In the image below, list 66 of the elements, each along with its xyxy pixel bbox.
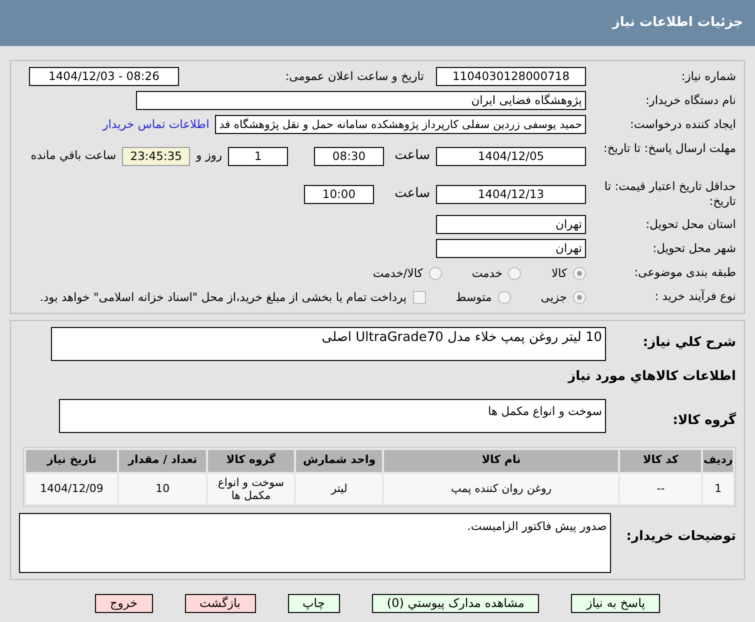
contact-link[interactable]: اطلاعات تماس خریدار	[102, 116, 210, 134]
field-label: نام دستگاه خریدار:	[644, 92, 736, 108]
column-header: نام کالا	[384, 450, 618, 472]
table-cell: 1404/12/09	[26, 474, 118, 504]
field-label: گروه کالا:	[672, 411, 736, 430]
radio-button[interactable]	[498, 291, 511, 304]
table-cell: --	[620, 474, 702, 504]
column-header: کد کالا	[620, 450, 702, 472]
text-field[interactable]: پژوهشگاه فضایی ایران	[136, 91, 586, 110]
text-area[interactable]: سوخت و انواع مکمل ها	[59, 398, 606, 432]
field-label: تاریخ و ساعت اعلان عمومی:	[284, 68, 425, 85]
text-field[interactable]: تهران	[436, 239, 586, 258]
field-label: حداقل تاریخ اعتبار قیمت: تا تاریخ:	[603, 178, 736, 209]
radio-button[interactable]	[428, 267, 442, 280]
action-button[interactable]: چاپ	[288, 594, 340, 612]
radio-button[interactable]	[573, 267, 586, 280]
text-field[interactable]: حمید یوسفی زردین سفلی کارپرداز پژوهشکده سامانه حمل و نقل پژوهشگاه فد	[215, 115, 586, 134]
page-title: جزئیات اطلاعات نیاز	[612, 14, 743, 32]
field-label: شماره نیاز:	[680, 68, 736, 84]
field-label: روز و	[196, 147, 222, 164]
action-button[interactable]: مشاهده مدارک پیوستي (0)	[372, 594, 540, 612]
field-label: نوع فرآیند خرید :	[654, 288, 736, 304]
countdown-field: 23:45:35	[122, 146, 190, 166]
radio-button[interactable]	[573, 291, 586, 304]
table-cell: روغن روان کننده پمپ	[384, 474, 618, 504]
field-label: ساعت باقي مانده	[30, 147, 116, 164]
table-cell: سوخت و انواع مکمل ها	[208, 474, 294, 504]
field-label: توضیحات خریدار:	[625, 528, 736, 544]
text-field[interactable]: 1	[228, 146, 288, 166]
table-cell: لیتر	[296, 474, 382, 504]
text-field[interactable]: 1404/12/03 - 08:26	[29, 67, 179, 86]
field-label: شرح کلي نياز:	[642, 334, 736, 352]
text-field[interactable]: 10:00	[304, 184, 374, 204]
field-label: ایجاد کننده درخواست:	[629, 116, 736, 132]
action-button[interactable]: خروج	[94, 594, 152, 612]
column-header: تاریخ نیاز	[26, 450, 118, 472]
column-header: رديف	[703, 450, 733, 472]
action-button[interactable]: بازگشت	[184, 594, 256, 612]
field-label: شهر محل تحویل:	[652, 240, 736, 256]
action-button[interactable]: پاسخ به نياز	[571, 594, 660, 612]
text-field[interactable]: تهران	[436, 215, 586, 234]
text-field[interactable]: 08:30	[314, 146, 384, 166]
checkbox[interactable]	[412, 291, 426, 304]
radio-label: خدمت	[472, 265, 502, 282]
field-label: مهلت ارسال پاسخ: تا تاریخ:	[602, 140, 736, 156]
payment-note: پرداخت تمام یا بخشی از مبلغ خرید،از محل "اسناد خزانه اسلامی" خواهد بود.	[40, 289, 407, 306]
column-header: تعداد / مقدار	[119, 450, 206, 472]
section-title: اطلاعات کالاهاي مورد نياز	[566, 368, 736, 386]
text-field[interactable]: 1104030128000718	[436, 67, 586, 86]
text-area[interactable]: صدور پیش فاکتور الزامیست.	[19, 512, 611, 572]
field-label: طبقه بندی موضوعی:	[633, 264, 736, 280]
field-label: استان محل تحویل:	[644, 216, 736, 232]
radio-label: جزیی	[540, 289, 567, 306]
text-area[interactable]: 10 لیتر روغن پمپ خلاء مدل UltraGrade70 اصلی	[51, 327, 606, 361]
field-label: ساعت	[394, 185, 430, 204]
radio-label: کالا/خدمت	[372, 265, 423, 282]
table-cell: 10	[119, 474, 206, 504]
column-header: واحد شمارش	[296, 450, 382, 472]
field-label: ساعت	[394, 147, 430, 166]
table-cell: 1	[703, 474, 733, 504]
text-field[interactable]: 1404/12/05	[436, 146, 586, 166]
radio-label: متوسط	[456, 289, 492, 306]
text-field[interactable]: 1404/12/13	[436, 184, 586, 204]
radio-button[interactable]	[508, 267, 522, 280]
column-header: گروه کالا	[208, 450, 294, 472]
radio-label: کالا	[551, 265, 567, 282]
